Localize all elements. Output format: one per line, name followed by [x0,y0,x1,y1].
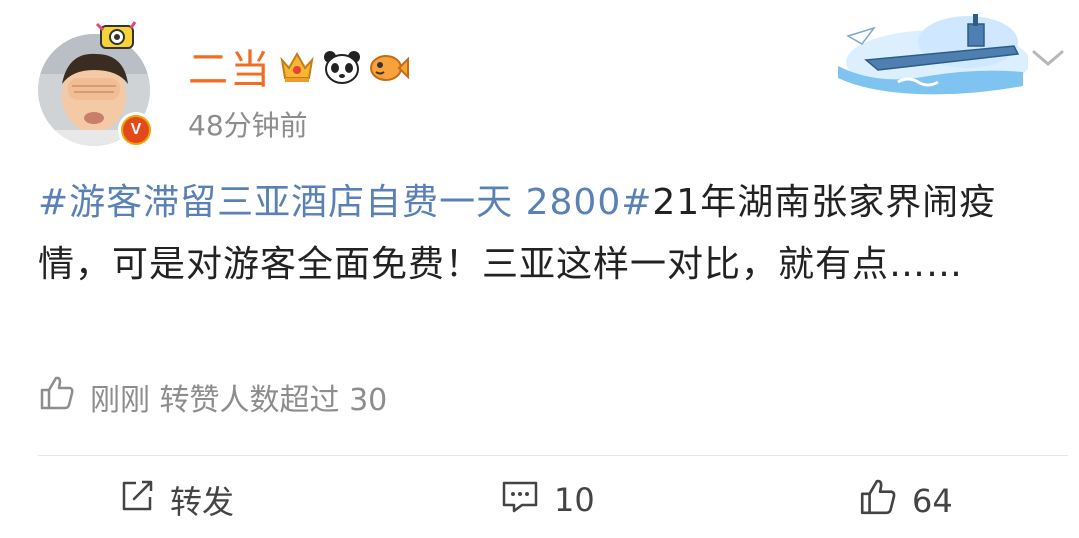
topic-link[interactable]: #游客滞留三亚酒店自费一天 2800# [38,182,652,223]
card-decoration-banner [818,6,1030,102]
fish-icon[interactable] [368,48,410,90]
comment-icon [500,477,540,523]
camera-decoration-icon [95,18,139,56]
comment-count: 10 [554,481,595,519]
repost-label: 转发 [170,483,235,521]
divider [38,455,1068,456]
like-count: 64 [912,482,953,520]
thumbs-up-icon [38,374,76,420]
repost-button[interactable]: 转发 [118,477,234,523]
like-button[interactable]: 64 [858,477,953,525]
like-summary-row: 刚刚 转赞人数超过 30 [38,374,387,420]
comment-button[interactable]: 10 [500,477,595,523]
verified-badge: V [118,112,154,148]
panda-icon[interactable] [322,48,362,90]
chevron-down-icon[interactable] [1030,46,1066,74]
timestamp: 48分钟前 [188,109,308,142]
like-summary-text: 刚刚 转赞人数超过 30 [90,383,388,418]
username[interactable]: 二当 [188,46,272,94]
post-text: #游客滞留三亚酒店自费一天 2800#21年湖南张家界闹疫情，可是对游客全面免费… [38,172,1048,296]
edit-icon [118,477,156,523]
crown-icon[interactable] [278,48,316,90]
thumbs-up-icon [858,477,898,525]
user-badges [278,48,410,90]
